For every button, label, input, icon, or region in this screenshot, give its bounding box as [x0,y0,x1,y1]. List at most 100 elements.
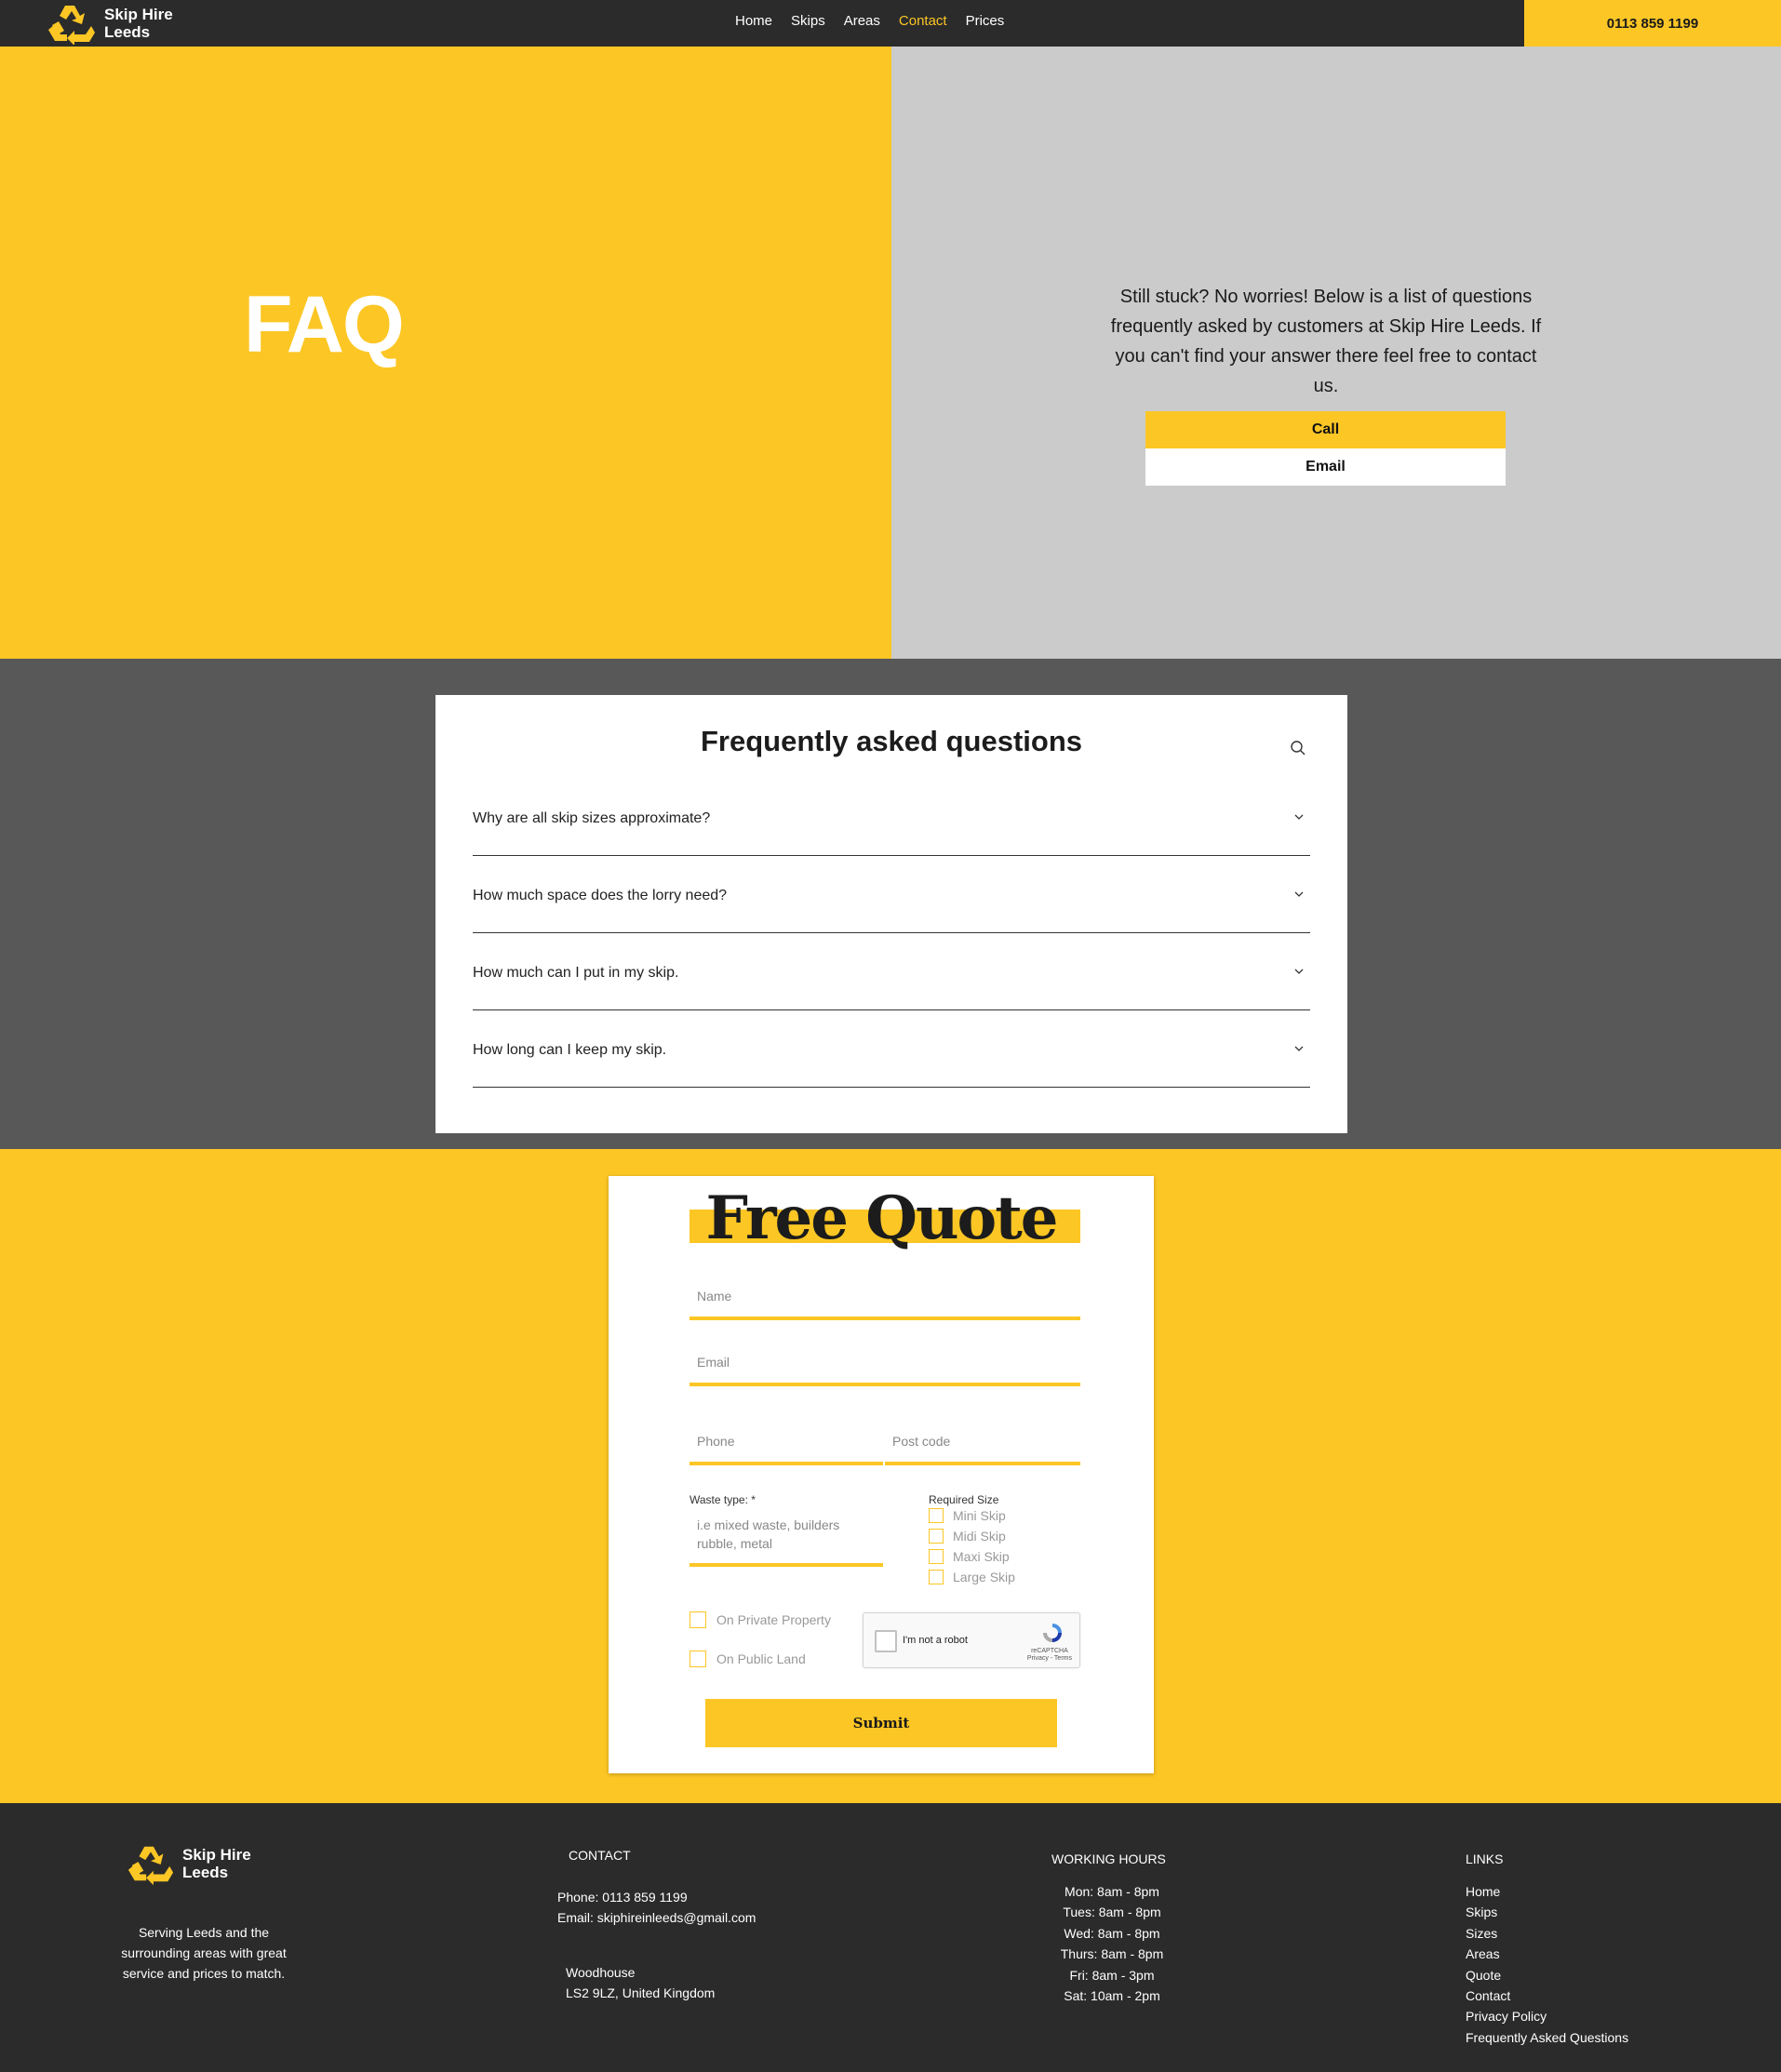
logo-name-line2: Leeds [104,23,151,41]
footer-logo-text: Skip Hire Leeds [182,1846,251,1881]
faq-question: How much space does the lorry need? [473,888,728,903]
hours-line: Fri: 8am - 3pm [1069,1967,1155,1983]
recycle-icon [48,6,95,45]
page-title: FAQ [244,280,405,369]
size-option-large[interactable]: Large Skip [929,1570,1015,1584]
footer-link-faq[interactable]: Frequently Asked Questions [1466,2027,1628,2048]
email-button[interactable]: Email [1145,448,1506,486]
waste-placeholder-line1: i.e mixed waste, builders [697,1517,840,1532]
location-label: On Public Land [716,1651,806,1666]
hours-line: Thurs: 8am - 8pm [1060,1946,1164,1962]
checkbox[interactable] [929,1549,944,1564]
logo-name-line1: Skip Hire [104,6,173,23]
footer-tagline: Serving Leeds and the surrounding areas … [121,1925,287,1981]
chevron-down-icon [1294,814,1304,820]
hours-line: Mon: 8am - 8pm [1065,1884,1159,1899]
recaptcha-icon [1043,1624,1062,1642]
faq-card: Frequently asked questions Why are all s… [435,695,1347,1133]
recycle-icon [127,1846,174,1885]
checkbox[interactable] [690,1651,706,1667]
footer-link-contact[interactable]: Contact [1466,1985,1628,2006]
checkbox[interactable] [690,1611,706,1628]
size-option-label: Midi Skip [953,1529,1006,1544]
footer-link-home[interactable]: Home [1466,1881,1628,1902]
site-logo[interactable]: Skip Hire Leeds [47,0,173,47]
location-public-land[interactable]: On Public Land [690,1651,806,1667]
footer-email[interactable]: Email: skiphireinleeds@gmail.com [557,1907,756,1928]
size-option-label: Mini Skip [953,1508,1006,1523]
footer-logo-name-line1: Skip Hire [182,1846,251,1864]
recaptcha-widget: I'm not a robot reCAPTCHA Privacy - Term… [863,1612,1080,1668]
waste-type-field[interactable]: i.e mixed waste, builders rubble, metal [690,1509,883,1567]
name-field[interactable]: Name [690,1278,1080,1320]
hours-line: Wed: 8am - 8pm [1064,1925,1160,1941]
quote-title: Free Quote [705,1183,1059,1253]
hours-line: Sat: 10am - 2pm [1064,1988,1160,2004]
phone-placeholder: Phone [697,1434,735,1449]
nav-areas[interactable]: Areas [844,13,880,29]
location-private-property[interactable]: On Private Property [690,1611,831,1628]
footer-link-privacy[interactable]: Privacy Policy [1466,2006,1628,2026]
footer-logo[interactable]: Skip Hire Leeds [127,1842,251,1885]
faq-question: How much can I put in my skip. [473,965,679,981]
hero-intro-text: Still stuck? No worries! Below is a list… [1110,287,1542,396]
footer-link-skips[interactable]: Skips [1466,1902,1628,1922]
recaptcha-checkbox[interactable] [875,1630,897,1652]
call-button[interactable]: Call [1145,411,1506,448]
size-option-label: Maxi Skip [953,1549,1010,1564]
footer-logo-name-line2: Leeds [182,1864,229,1881]
footer-address-line2: LS2 9LZ, United Kingdom [566,1985,716,2000]
recaptcha-label: I'm not a robot [903,1635,968,1646]
footer-address-line1: Woodhouse [566,1965,636,1980]
faq-item[interactable]: How much space does the lorry need? [473,856,1310,933]
faq-question: How long can I keep my skip. [473,1042,667,1058]
faq-item[interactable]: Why are all skip sizes approximate? [473,779,1310,856]
nav-skips[interactable]: Skips [791,13,825,29]
header-phone-button[interactable]: 0113 859 1199 [1524,0,1781,47]
footer-phone[interactable]: Phone: 0113 859 1199 [557,1887,688,1907]
size-option-label: Large Skip [953,1570,1015,1584]
footer-link-areas[interactable]: Areas [1466,1944,1628,1964]
faq-question: Why are all skip sizes approximate? [473,810,711,826]
recaptcha-links[interactable]: Privacy - Terms [1027,1655,1072,1663]
name-placeholder: Name [697,1289,732,1303]
search-icon[interactable] [1290,740,1306,756]
size-option-midi[interactable]: Midi Skip [929,1529,1006,1544]
top-navigation-bar: Skip Hire Leeds Home Skips Areas Contact… [0,0,1781,47]
email-placeholder: Email [697,1355,730,1370]
size-option-mini[interactable]: Mini Skip [929,1508,1006,1523]
location-label: On Private Property [716,1612,831,1627]
links-heading: LINKS [1466,1851,1504,1866]
footer-link-sizes[interactable]: Sizes [1466,1923,1628,1944]
nav-prices[interactable]: Prices [966,13,1005,29]
checkbox[interactable] [929,1570,944,1584]
faq-item[interactable]: How much can I put in my skip. [473,933,1310,1010]
phone-field[interactable]: Phone [690,1423,883,1465]
footer-links: Home Skips Sizes Areas Quote Contact Pri… [1466,1881,1628,2048]
footer: Skip Hire Leeds Serving Leeds and the su… [0,1803,1781,2072]
postcode-field[interactable]: Post code [885,1423,1080,1465]
waste-placeholder: i.e mixed waste, builders rubble, metal [697,1516,839,1553]
footer-link-quote[interactable]: Quote [1466,1965,1628,1985]
chevron-down-icon [1294,891,1304,897]
main-nav: Home Skips Areas Contact Prices [726,0,1013,41]
hero-left-panel: FAQ [0,47,891,659]
checkbox[interactable] [929,1508,944,1523]
contact-heading: CONTACT [569,1848,631,1863]
checkbox[interactable] [929,1529,944,1544]
waste-placeholder-line2: rubble, metal [697,1536,772,1551]
nav-contact[interactable]: Contact [899,13,947,29]
postcode-placeholder: Post code [892,1434,951,1449]
working-hours-heading: WORKING HOURS [1051,1851,1166,1866]
email-field[interactable]: Email [690,1343,1080,1386]
recaptcha-brand: reCAPTCHA Privacy - Terms [1027,1648,1072,1663]
faq-item[interactable]: How long can I keep my skip. [473,1010,1310,1088]
size-option-maxi[interactable]: Maxi Skip [929,1549,1010,1564]
recaptcha-brand-name: reCAPTCHA [1031,1648,1068,1654]
required-size-label: Required Size [929,1493,999,1506]
chevron-down-icon [1294,1046,1304,1051]
submit-button[interactable]: Submit [705,1699,1057,1747]
nav-home[interactable]: Home [735,13,772,29]
quote-form: Free Quote Name Email Phone Post code Wa… [609,1176,1154,1773]
hours-line: Tues: 8am - 8pm [1063,1905,1161,1920]
